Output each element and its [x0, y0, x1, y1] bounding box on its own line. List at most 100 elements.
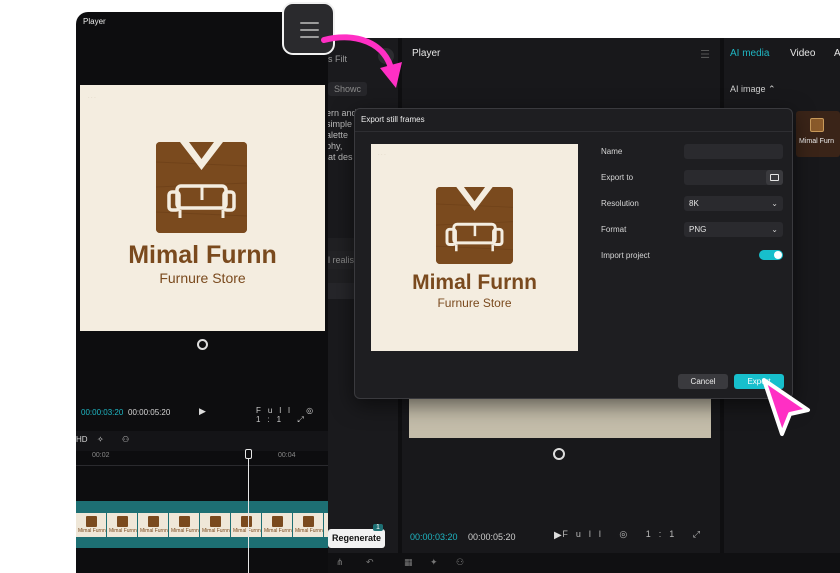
frame-label: Mimal Furnn — [78, 528, 106, 534]
magic-icon[interactable]: ✦ — [430, 557, 438, 568]
logo-thumbnail-icon — [179, 516, 190, 527]
cancel-button[interactable]: Cancel — [678, 374, 728, 389]
logo-thumbnail-icon — [272, 516, 283, 527]
track-frame: Mimal Furnn — [200, 513, 231, 537]
logo-subtitle: Furnure Store — [437, 296, 512, 310]
video-track[interactable]: Mimal Furnn Mimal Furnn Mimal Furnn Mimal F… — [76, 501, 328, 548]
split-icon[interactable]: ⋔ — [336, 557, 344, 568]
person-icon[interactable]: ⚇ — [122, 435, 129, 444]
play-icon[interactable]: ▶ — [554, 530, 562, 541]
total-time: 00:00:05:20 — [468, 532, 516, 542]
furniture-logo: Mimal Furnn Furnure Store — [371, 144, 578, 351]
name-field[interactable] — [684, 144, 783, 159]
folder-icon — [770, 174, 779, 181]
magic-wand-icon[interactable]: ✧ — [97, 435, 104, 444]
frame-label: Mimal Furnn — [171, 528, 199, 534]
player-canvas — [409, 398, 711, 438]
furniture-logo: Mimal Furnn Furnure Store — [80, 85, 325, 331]
ruler-line — [76, 465, 328, 466]
ai-image-dropdown[interactable]: AI image ⌃ — [730, 84, 776, 95]
name-label: Name — [601, 147, 623, 156]
import-project-toggle[interactable] — [759, 250, 783, 260]
logo-name: Mimal Furnn — [128, 241, 277, 269]
resolution-value: 8K — [689, 199, 699, 208]
track-frame: Mimal Furnn — [107, 513, 138, 537]
track-frame: Mimal Furnn — [262, 513, 293, 537]
frame-label: Mimal Furnn — [233, 528, 261, 534]
logo-thumbnail-icon — [303, 516, 314, 527]
logo-thumbnail-icon — [241, 516, 252, 527]
track-frame: Mimal Furnn — [138, 513, 169, 537]
sofa-icon — [436, 187, 513, 264]
browse-folder-button[interactable] — [766, 170, 783, 185]
logo-thumbnail-icon — [210, 516, 221, 527]
track-frame: Mimal Furnn — [76, 513, 107, 537]
frame-label: Mimal Furnn — [109, 528, 137, 534]
logo-subtitle: Furnure Store — [159, 270, 246, 286]
dialog-title: Export still frames — [361, 115, 425, 124]
mobile-editor-panel: Player · · · Mimal Furnn Furnure Store 0… — [76, 12, 328, 573]
playhead-handle[interactable] — [245, 449, 252, 459]
format-label: Format — [601, 225, 627, 234]
timeline-toolbar-background: ⋔ ↶ ▦ ✦ ⚇ — [326, 553, 840, 573]
resolution-select[interactable]: 8K ⌄ — [684, 196, 783, 211]
logo-name: Mimal Furnn — [412, 271, 537, 294]
player-canvas: · · · Mimal Furnn Furnure Store — [80, 85, 325, 331]
import-project-label: Import project — [601, 251, 650, 260]
undo-icon[interactable]: ↶ — [366, 557, 374, 568]
resolution-label: Resolution — [601, 199, 639, 208]
tab-more[interactable]: A — [834, 48, 840, 59]
frame-label: Mimal Furnn — [295, 528, 323, 534]
current-time: 00:00:03:20 — [410, 532, 458, 542]
player-title: Player — [83, 17, 106, 26]
person-icon[interactable]: ⚇ — [456, 557, 464, 568]
menu-icon[interactable]: ☰ — [700, 48, 710, 61]
chevron-down-icon: ⌄ — [771, 225, 778, 234]
timeline-toolbar: HD ✧ ⚇ — [76, 431, 328, 451]
frame-label: Mimal Furnn — [264, 528, 292, 534]
logo-thumbnail-icon — [117, 516, 128, 527]
logo-emblem — [156, 142, 247, 233]
media-thumbnail[interactable]: Mimal Furn — [796, 111, 840, 157]
hd-badge[interactable]: HD — [76, 435, 88, 444]
tab-ai-media[interactable]: AI media — [730, 48, 769, 59]
timeline-ruler: 00:02 00:04 — [76, 452, 328, 466]
logo-thumbnail-icon — [810, 118, 824, 132]
export-still-frames-dialog: Export still frames · · · Mimal Furnn Fu… — [354, 108, 793, 399]
format-select[interactable]: PNG ⌄ — [684, 222, 783, 237]
ruler-tick: 00:04 — [278, 452, 296, 459]
total-time: 00:00:05:20 — [128, 408, 171, 417]
format-value: PNG — [689, 225, 707, 234]
logo-thumbnail-icon — [148, 516, 159, 527]
dialog-divider — [355, 131, 792, 132]
frame-preview: · · · Mimal Furnn Furnure Store — [371, 144, 578, 351]
pointer-cursor-icon — [762, 378, 810, 436]
track-frames: Mimal Furnn Mimal Furnn Mimal Furnn Mimal F… — [76, 513, 328, 537]
regenerate-button[interactable]: Regenerate — [328, 529, 385, 548]
thumbnail-label: Mimal Furn — [799, 138, 835, 145]
crop-icon[interactable]: ▦ — [404, 557, 413, 568]
track-frame: Mimal Furnn — [293, 513, 324, 537]
logo-thumbnail-icon — [86, 516, 97, 527]
play-icon[interactable]: ▶ — [199, 406, 206, 417]
player-controls[interactable]: Full ◎ 1:1 ⤢ — [562, 529, 708, 540]
frame-label: Mimal Furnn — [140, 528, 168, 534]
tab-video[interactable]: Video — [790, 48, 815, 59]
current-time: 00:00:03:20 — [81, 408, 124, 417]
player-controls[interactable]: Full ◎ 1:1 ⤢ — [256, 406, 328, 425]
reset-icon[interactable] — [197, 339, 208, 350]
track-frame: Mimal Furnn — [231, 513, 262, 537]
export-path-field[interactable] — [684, 170, 783, 185]
sofa-icon — [156, 142, 247, 233]
ruler-tick: 00:02 — [92, 452, 110, 459]
curved-arrow-icon — [321, 34, 402, 88]
playhead[interactable] — [248, 450, 249, 573]
player-title: Player — [412, 48, 441, 59]
toggle-knob — [774, 251, 782, 259]
export-to-label: Export to — [601, 173, 634, 182]
track-frame: Mimal Furnn — [169, 513, 200, 537]
logo-emblem — [436, 187, 513, 264]
regenerate-count-badge: 1 — [373, 524, 383, 531]
frame-label: Mimal Furnn — [202, 528, 230, 534]
reset-icon[interactable] — [553, 448, 565, 460]
